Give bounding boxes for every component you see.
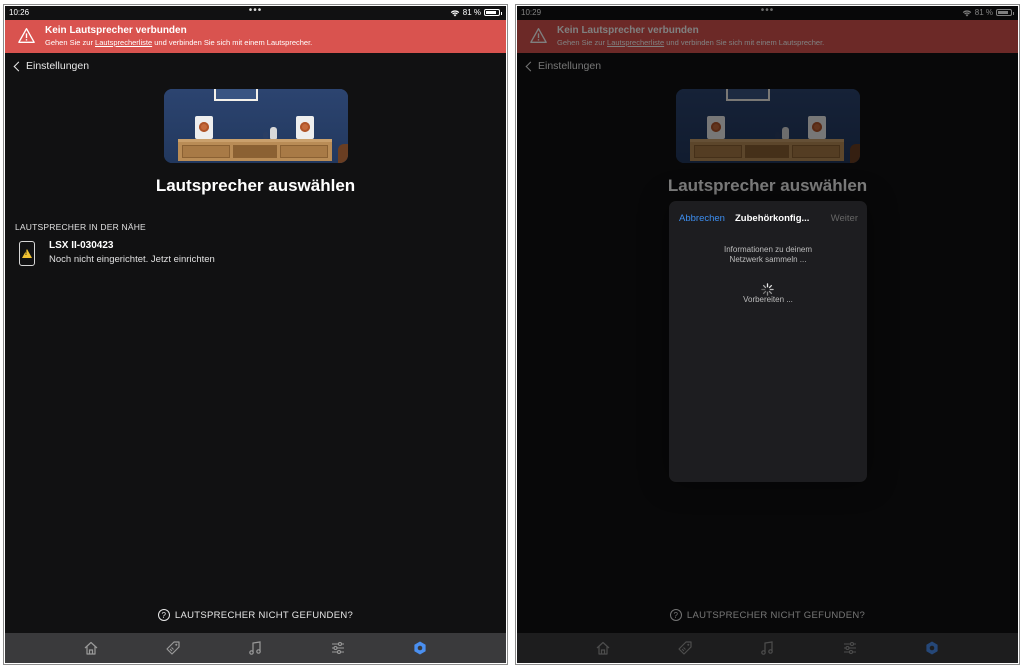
no-speaker-banner[interactable]: Kein Lautsprecher verbunden Gehen Sie zu… (5, 20, 506, 53)
tab-settings[interactable] (410, 638, 430, 658)
next-button[interactable]: Weiter (831, 213, 858, 224)
banner-sub-suffix: und verbinden Sie sich mit einem Lautspr… (152, 38, 313, 47)
info-line-1: Informationen zu deinem (723, 245, 813, 254)
battery-percent: 81 % (462, 8, 481, 17)
speaker-list-item[interactable]: ! LSX II-030423 Noch nicht eingerichtet.… (18, 239, 438, 269)
screenshot-right: 10:29 ••• 81 % Kein Lautsprecher verbund… (515, 4, 1020, 665)
banner-title: Kein Lautsprecher verbunden (45, 25, 187, 36)
tag-icon (166, 641, 180, 655)
music-note-icon (249, 641, 262, 655)
tab-home[interactable] (81, 638, 101, 658)
dialog-info: Informationen zu deinem Netzwerk sammeln… (689, 245, 847, 265)
device-name: LSX II-030423 (49, 240, 114, 251)
chevron-left-icon (13, 61, 24, 71)
cancel-button[interactable]: Abbrechen (679, 213, 725, 224)
device-status: Noch nicht eingerichtet. Jetzt einrichte… (49, 254, 215, 265)
accessory-setup-dialog: Abbrechen Zubehörkonfig... Weiter Inform… (669, 201, 867, 482)
tab-music[interactable] (245, 638, 265, 658)
help-label: LAUTSPRECHER NICHT GEFUNDEN? (174, 609, 354, 621)
status-bar: 10:26 ••• 81 % (5, 6, 506, 20)
info-line-2: Netzwerk sammeln ... (729, 255, 807, 264)
banner-subtitle: Gehen Sie zur Lautsprecherliste und verb… (45, 38, 312, 47)
gear-icon (414, 641, 426, 655)
home-icon (84, 641, 98, 655)
banner-sub-prefix: Gehen Sie zur (45, 38, 96, 47)
device-warning-icon: ! (19, 241, 35, 266)
tab-equalizer[interactable] (328, 638, 348, 658)
warning-icon (18, 28, 35, 43)
app-screen: 10:29 ••• 81 % Kein Lautsprecher verbund… (517, 6, 1018, 663)
question-icon: ? (157, 609, 170, 621)
section-header-nearby: LAUTSPRECHER IN DER NÄHE (15, 222, 146, 232)
preparing-label: Vorbereiten ... (743, 295, 793, 304)
app-screen: 10:26 ••• 81 % Kein Lautsprecher verbund… (5, 6, 506, 663)
dialog-title: Zubehörkonfig... (735, 213, 810, 224)
multitask-dots[interactable]: ••• (249, 6, 263, 16)
screenshot-left: 10:26 ••• 81 % Kein Lautsprecher verbund… (3, 4, 508, 665)
status-time: 10:26 (9, 8, 30, 17)
hero-image (164, 89, 348, 163)
sliders-icon (331, 641, 344, 655)
battery-icon (484, 9, 502, 16)
tab-bar (5, 633, 506, 663)
page-title: Lautsprecher auswählen (155, 176, 356, 195)
status-right: 81 % (450, 8, 502, 17)
battery-fill (486, 11, 496, 14)
tab-tag[interactable] (163, 638, 183, 658)
speaker-list-link[interactable]: Lautsprecherliste (95, 38, 152, 47)
speaker-not-found-button[interactable]: ? LAUTSPRECHER NICHT GEFUNDEN? (5, 609, 506, 621)
back-label: Einstellungen (26, 60, 90, 72)
wifi-icon (450, 10, 459, 16)
back-button[interactable]: Einstellungen (13, 60, 89, 72)
